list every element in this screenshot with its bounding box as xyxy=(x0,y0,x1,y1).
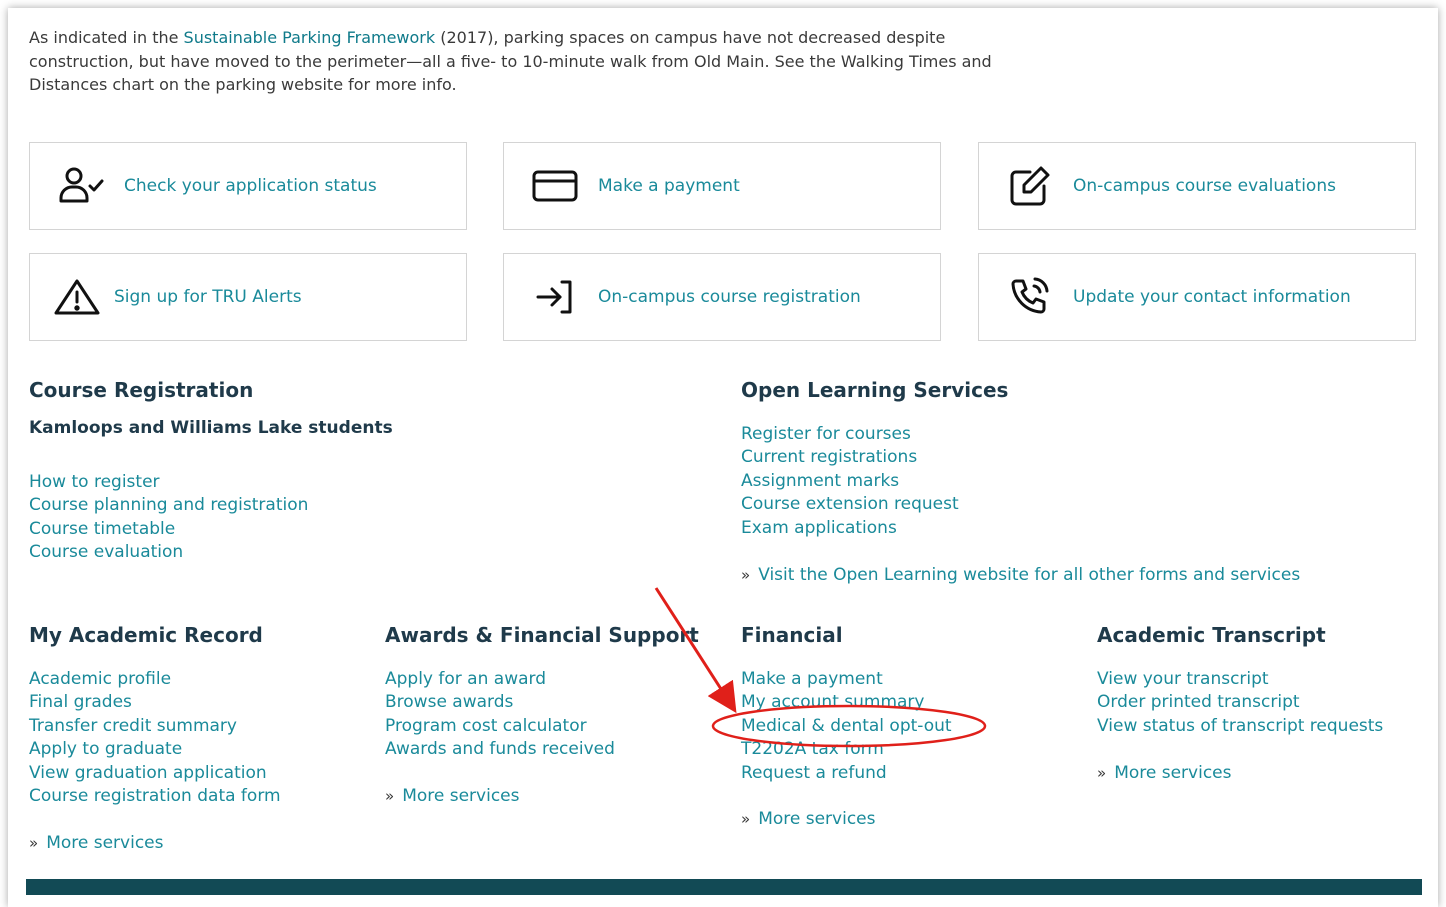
link-apply-for-award[interactable]: Apply for an award xyxy=(385,668,615,691)
card-tru-alerts[interactable]: Sign up for TRU Alerts xyxy=(29,253,467,341)
financial-heading: Financial xyxy=(741,623,843,647)
link-assignment-marks[interactable]: Assignment marks xyxy=(741,470,959,493)
transcript-links: View your transcript Order printed trans… xyxy=(1097,668,1383,738)
link-register-for-courses[interactable]: Register for courses xyxy=(741,423,959,446)
more-label: More services xyxy=(758,809,876,829)
edit-square-icon xyxy=(1005,164,1055,208)
link-exam-applications[interactable]: Exam applications xyxy=(741,517,959,540)
link-view-transcript[interactable]: View your transcript xyxy=(1097,668,1383,691)
academic-record-more-link[interactable]: » More services xyxy=(29,833,164,853)
link-course-planning[interactable]: Course planning and registration xyxy=(29,494,308,517)
link-order-printed-transcript[interactable]: Order printed transcript xyxy=(1097,691,1383,714)
course-registration-links: How to register Course planning and regi… xyxy=(29,471,308,565)
more-label: More services xyxy=(46,833,164,853)
card-label: Update your contact information xyxy=(1073,287,1351,307)
double-chevron-right-icon: » xyxy=(741,566,751,584)
link-account-summary[interactable]: My account summary xyxy=(741,691,952,714)
footer-bar xyxy=(26,879,1422,895)
link-graduation-application[interactable]: View graduation application xyxy=(29,762,281,785)
more-label: More services xyxy=(402,786,520,806)
link-program-cost-calculator[interactable]: Program cost calculator xyxy=(385,715,615,738)
financial-more-link[interactable]: » More services xyxy=(741,809,876,829)
card-course-evaluations[interactable]: On-campus course evaluations xyxy=(978,142,1416,230)
sustainable-parking-link[interactable]: Sustainable Parking Framework xyxy=(184,28,436,47)
card-label: Check your application status xyxy=(124,176,377,196)
link-transcript-request-status[interactable]: View status of transcript requests xyxy=(1097,715,1383,738)
link-course-evaluation[interactable]: Course evaluation xyxy=(29,541,308,564)
double-chevron-right-icon: » xyxy=(1097,764,1107,782)
open-learning-links: Register for courses Current registratio… xyxy=(741,423,959,540)
login-arrow-icon xyxy=(530,275,580,319)
link-medical-dental-opt-out[interactable]: Medical & dental opt-out xyxy=(741,715,952,738)
link-request-refund[interactable]: Request a refund xyxy=(741,762,952,785)
transcript-more-link[interactable]: » More services xyxy=(1097,763,1232,783)
course-registration-heading: Course Registration xyxy=(29,378,254,402)
card-label: On-campus course evaluations xyxy=(1073,176,1336,196)
awards-links: Apply for an award Browse awards Program… xyxy=(385,668,615,762)
card-make-payment[interactable]: Make a payment xyxy=(503,142,941,230)
more-label: More services xyxy=(1114,763,1232,783)
link-course-extension[interactable]: Course extension request xyxy=(741,493,959,516)
open-learning-heading: Open Learning Services xyxy=(741,378,1009,402)
link-how-to-register[interactable]: How to register xyxy=(29,471,308,494)
card-label: On-campus course registration xyxy=(598,287,861,307)
open-learning-more-link[interactable]: » Visit the Open Learning website for all… xyxy=(741,565,1300,585)
double-chevron-right-icon: » xyxy=(29,834,39,852)
link-current-registrations[interactable]: Current registrations xyxy=(741,446,959,469)
more-label: Visit the Open Learning website for all … xyxy=(758,565,1301,585)
page-container: As indicated in the Sustainable Parking … xyxy=(8,8,1438,907)
intro-paragraph: As indicated in the Sustainable Parking … xyxy=(29,26,1039,97)
double-chevron-right-icon: » xyxy=(741,810,751,828)
link-t2202a-tax-form[interactable]: T2202A tax form xyxy=(741,738,952,761)
card-label: Make a payment xyxy=(598,176,740,196)
academic-record-heading: My Academic Record xyxy=(29,623,263,647)
awards-heading: Awards & Financial Support xyxy=(385,623,699,647)
link-final-grades[interactable]: Final grades xyxy=(29,691,281,714)
warning-icon xyxy=(52,275,102,319)
link-academic-profile[interactable]: Academic profile xyxy=(29,668,281,691)
transcript-heading: Academic Transcript xyxy=(1097,623,1326,647)
link-registration-data-form[interactable]: Course registration data form xyxy=(29,785,281,808)
awards-more-link[interactable]: » More services xyxy=(385,786,520,806)
course-registration-subheading: Kamloops and Williams Lake students xyxy=(29,418,393,438)
credit-card-icon xyxy=(530,164,580,208)
phone-ringing-icon xyxy=(1005,275,1055,319)
card-label: Sign up for TRU Alerts xyxy=(114,287,302,307)
double-chevron-right-icon: » xyxy=(385,787,395,805)
card-check-application-status[interactable]: Check your application status xyxy=(29,142,467,230)
card-course-registration[interactable]: On-campus course registration xyxy=(503,253,941,341)
link-transfer-credit[interactable]: Transfer credit summary xyxy=(29,715,281,738)
link-make-payment[interactable]: Make a payment xyxy=(741,668,952,691)
link-course-timetable[interactable]: Course timetable xyxy=(29,518,308,541)
link-browse-awards[interactable]: Browse awards xyxy=(385,691,615,714)
person-check-icon xyxy=(56,164,106,208)
card-update-contact[interactable]: Update your contact information xyxy=(978,253,1416,341)
link-apply-to-graduate[interactable]: Apply to graduate xyxy=(29,738,281,761)
academic-record-links: Academic profile Final grades Transfer c… xyxy=(29,668,281,808)
link-awards-funds-received[interactable]: Awards and funds received xyxy=(385,738,615,761)
financial-links: Make a payment My account summary Medica… xyxy=(741,668,952,785)
intro-text-before: As indicated in the xyxy=(29,28,184,47)
